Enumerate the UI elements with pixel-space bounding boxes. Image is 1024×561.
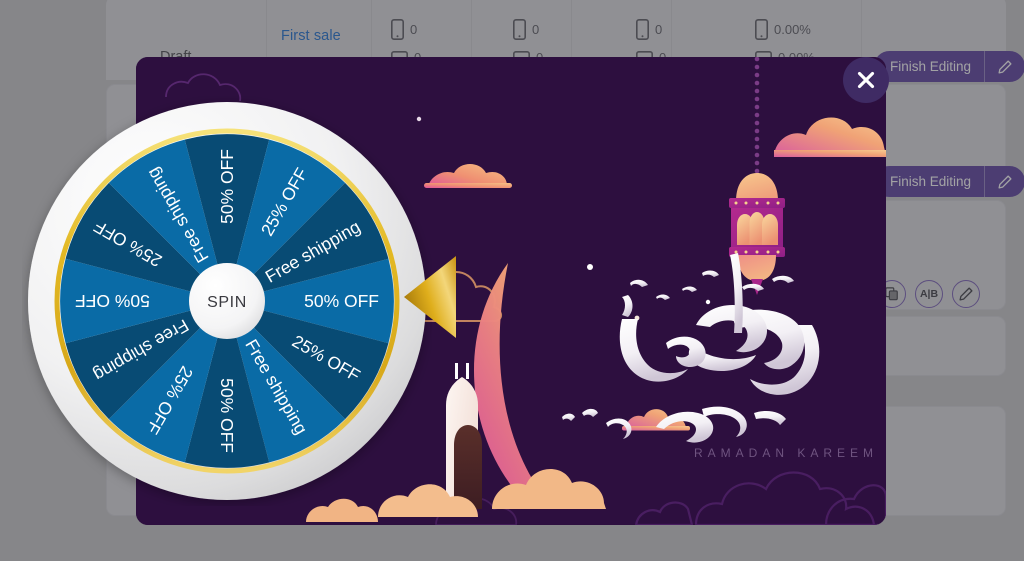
wheel-label: 50% OFF xyxy=(304,291,379,311)
spin-button-label: SPIN xyxy=(207,294,247,311)
ramadan-kareem-latin: RAMADAN KAREEM xyxy=(694,446,878,460)
close-glyph xyxy=(857,71,875,89)
wheel-label: 50% OFF xyxy=(217,378,237,453)
wheel-label: 50% OFF xyxy=(217,149,237,224)
close-icon[interactable] xyxy=(843,57,889,103)
wheel-label: 50% OFF xyxy=(75,291,150,311)
screen: First sale Draft 0 0 xyxy=(0,0,1024,561)
star-icon xyxy=(705,299,711,305)
star-icon xyxy=(587,264,593,270)
spin-wheel[interactable]: 50% OFF 25% OFF Free shipping 50% OFF 25… xyxy=(22,96,432,506)
wheel-pointer xyxy=(402,254,458,345)
pointer-triangle xyxy=(404,256,456,338)
